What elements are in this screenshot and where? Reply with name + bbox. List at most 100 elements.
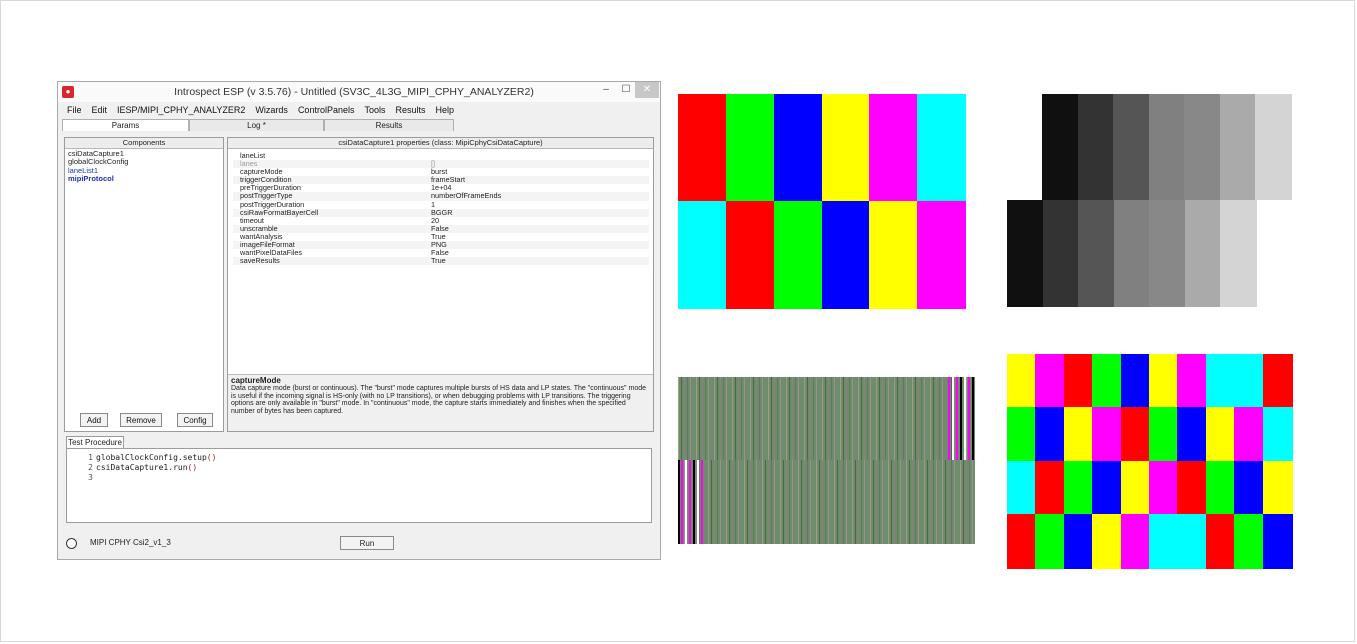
stripe [873,377,874,460]
stripe [689,460,691,544]
stripe [867,460,868,544]
menu-help[interactable]: Help [431,103,460,118]
add-button[interactable]: Add [80,413,108,427]
stripe [900,377,901,460]
stripe [753,460,754,544]
color-bar [822,201,871,309]
checker-cell [1064,407,1094,462]
checker-cell [1035,407,1065,462]
stripe [747,460,748,544]
stripe [711,377,712,460]
app-window: ● Introspect ESP (v 3.5.76) - Untitled (… [57,81,661,560]
menu-iesp[interactable]: IESP/MIPI_CPHY_ANALYZER2 [112,103,250,118]
components-list: csiDataCapture1 globalClockConfig laneLi… [68,149,128,183]
property-value[interactable]: numberOfFrameEnds [431,192,501,200]
checker-cell [1035,514,1065,569]
line-number: 2 [88,463,93,472]
checker-cell [1007,514,1037,569]
checker-cell [1064,461,1094,516]
close-button[interactable]: ✕ [635,82,659,98]
gray-bar [1078,94,1115,200]
stripe [954,377,955,460]
test-procedure-editor[interactable]: 1 globalClockConfig.setup() 2 csiDataCaptu… [66,448,652,523]
stripe [771,377,772,460]
line-number: 3 [88,473,93,482]
checker-cell [1263,354,1293,409]
stripe [813,460,814,544]
gray-bar [1149,200,1186,307]
stripe [942,377,943,460]
stripe [714,377,715,460]
color-bar [822,94,871,201]
status-indicator-icon [66,538,77,549]
checker-cell [1007,407,1037,462]
color-bar [726,201,775,309]
stripe [846,460,847,544]
menu-file[interactable]: File [58,103,87,118]
stripe [789,377,790,460]
stripe [753,377,754,460]
stripe [891,460,892,544]
stripe [697,460,699,544]
menu-bar: File Edit IESP/MIPI_CPHY_ANALYZER2 Wizards C… [58,103,660,118]
component-item[interactable]: mipiProtocol [68,174,128,183]
checker-cell [1121,514,1151,569]
stripe [939,377,940,460]
color-bar [774,94,823,201]
stripe [894,460,895,544]
remove-button[interactable]: Remove [120,413,162,427]
stripe [834,377,835,460]
stripe [837,460,838,544]
stripe [964,377,966,460]
checker-cell [1206,461,1236,516]
stripe [765,377,766,460]
property-value[interactable]: True [431,257,446,265]
maximize-button[interactable]: ☐ [616,82,636,98]
menu-edit[interactable]: Edit [87,103,113,118]
stripe [696,377,697,460]
stripe [966,460,967,544]
code-text: csiDataCapture1.run [96,463,188,472]
stripe [870,460,871,544]
stripe [720,377,721,460]
stripe [687,377,688,460]
stripe [900,460,901,544]
tab-log[interactable]: Log * [189,119,324,131]
checker-cell [1064,354,1094,409]
stripe [684,377,685,460]
stripe [717,377,718,460]
checker-cell [1263,461,1293,516]
stripe [726,460,727,544]
stripe [843,377,844,460]
stripe [894,377,895,460]
property-row[interactable]: laneList [233,151,649,160]
property-row[interactable]: saveResults True [233,257,649,266]
run-button[interactable]: Run [340,536,394,550]
stripe [903,377,904,460]
config-button[interactable]: Config [177,413,213,427]
stripe [939,460,940,544]
stripe [723,460,724,544]
tab-params[interactable]: Params [62,119,189,131]
tab-results[interactable]: Results [324,119,454,131]
menu-wizards[interactable]: Wizards [250,103,293,118]
property-row[interactable]: csiRawFormatBayerCell BGGR [233,208,649,217]
stripe [732,377,733,460]
stripe [968,377,970,460]
minimize-button[interactable]: – [596,82,616,98]
stripe [918,377,919,460]
menu-results[interactable]: Results [390,103,430,118]
components-header: Components [65,138,223,149]
stripe [759,377,760,460]
menu-tools[interactable]: Tools [359,103,390,118]
checker-cell [1234,514,1264,569]
code-line: 1 globalClockConfig.setup() [67,453,651,463]
gray-bar [1007,200,1044,307]
stripe [903,460,904,544]
stripe [873,460,874,544]
stripe [732,460,733,544]
title-bar[interactable]: ● Introspect ESP (v 3.5.76) - Untitled (… [58,82,660,102]
stripe [888,460,889,544]
stripe [783,460,784,544]
menu-controlpanels[interactable]: ControlPanels [293,103,360,118]
